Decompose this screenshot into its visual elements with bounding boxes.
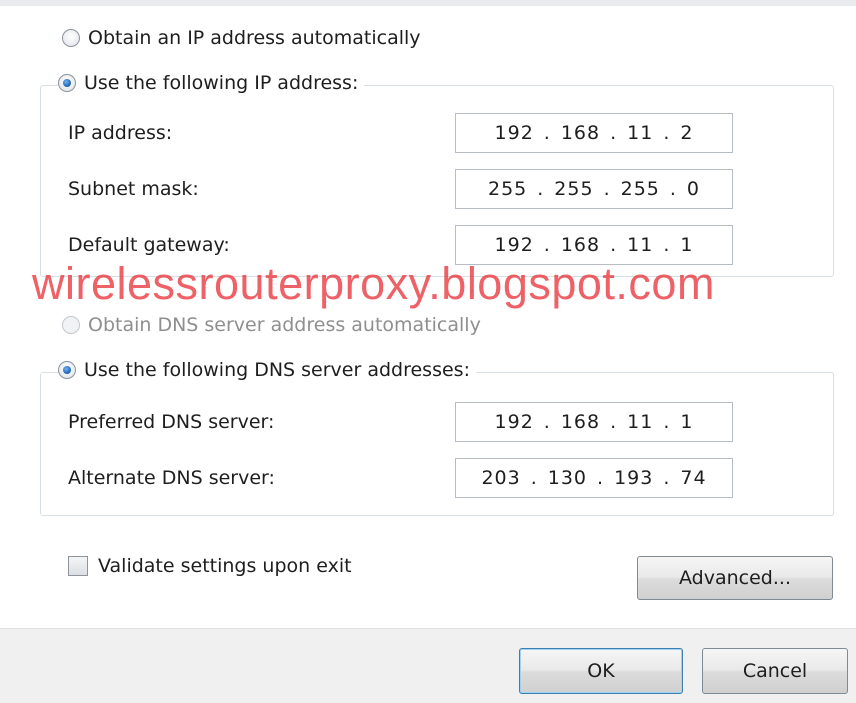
- validate-settings-label: Validate settings upon exit: [98, 555, 352, 577]
- obtain-ip-auto-radio[interactable]: [62, 29, 80, 47]
- gateway-octet-2: 168: [560, 234, 601, 256]
- subnet-octet-2: 255: [554, 178, 594, 200]
- subnet-octet-4: 0: [686, 178, 701, 200]
- obtain-ip-auto-label: Obtain an IP address automatically: [88, 27, 421, 49]
- ip-octet-1: 192: [494, 122, 534, 144]
- use-following-dns-option[interactable]: Use the following DNS server addresses:: [58, 359, 476, 381]
- validate-settings-checkbox[interactable]: [68, 556, 88, 576]
- preferred-dns-field[interactable]: 192. 168. 11. 1: [455, 402, 733, 442]
- obtain-ip-auto-option[interactable]: Obtain an IP address automatically: [62, 27, 421, 49]
- use-following-ip-radio[interactable]: [58, 74, 76, 92]
- subnet-octet-1: 255: [487, 178, 528, 200]
- ip-octet-2: 168: [560, 122, 601, 144]
- gateway-octet-4: 1: [680, 234, 694, 256]
- alternate-dns-field[interactable]: 203. 130. 193. 74: [455, 458, 733, 498]
- use-following-dns-radio[interactable]: [58, 361, 76, 379]
- alternate-dns-octet-3: 193: [614, 467, 654, 489]
- gateway-octet-1: 192: [494, 234, 534, 256]
- ok-button[interactable]: OK: [519, 648, 683, 694]
- ip-address-field[interactable]: 192. 168. 11. 2: [455, 113, 733, 153]
- use-following-ip-label: Use the following IP address:: [84, 72, 359, 94]
- alternate-dns-octet-2: 130: [547, 467, 588, 489]
- subnet-mask-label: Subnet mask:: [68, 178, 199, 200]
- validate-settings-option[interactable]: Validate settings upon exit: [68, 555, 352, 577]
- ip-octet-4: 2: [680, 122, 694, 144]
- obtain-dns-auto-radio[interactable]: [62, 316, 80, 334]
- use-following-ip-option[interactable]: Use the following IP address:: [58, 72, 365, 94]
- preferred-dns-octet-3: 11: [627, 411, 654, 433]
- obtain-dns-auto-label: Obtain DNS server address automatically: [88, 314, 481, 336]
- alternate-dns-octet-4: 74: [680, 467, 707, 489]
- gateway-octet-3: 11: [627, 234, 654, 256]
- obtain-dns-auto-option[interactable]: Obtain DNS server address automatically: [62, 314, 481, 336]
- alternate-dns-label: Alternate DNS server:: [68, 467, 275, 489]
- subnet-octet-3: 255: [620, 178, 660, 200]
- preferred-dns-octet-1: 192: [494, 411, 534, 433]
- ip-octet-3: 11: [627, 122, 654, 144]
- default-gateway-label: Default gateway:: [68, 234, 230, 256]
- watermark-text: wirelessrouterproxy.blogspot.com: [32, 258, 715, 309]
- dialog-top-edge: [0, 0, 856, 6]
- subnet-mask-field[interactable]: 255. 255. 255. 0: [455, 169, 733, 209]
- alternate-dns-octet-1: 203: [481, 467, 521, 489]
- ip-address-label: IP address:: [68, 122, 173, 144]
- preferred-dns-label: Preferred DNS server:: [68, 411, 275, 433]
- use-following-dns-label: Use the following DNS server addresses:: [84, 359, 470, 381]
- cancel-button[interactable]: Cancel: [702, 648, 848, 694]
- advanced-button[interactable]: Advanced...: [637, 556, 833, 600]
- preferred-dns-octet-4: 1: [680, 411, 694, 433]
- preferred-dns-octet-2: 168: [560, 411, 601, 433]
